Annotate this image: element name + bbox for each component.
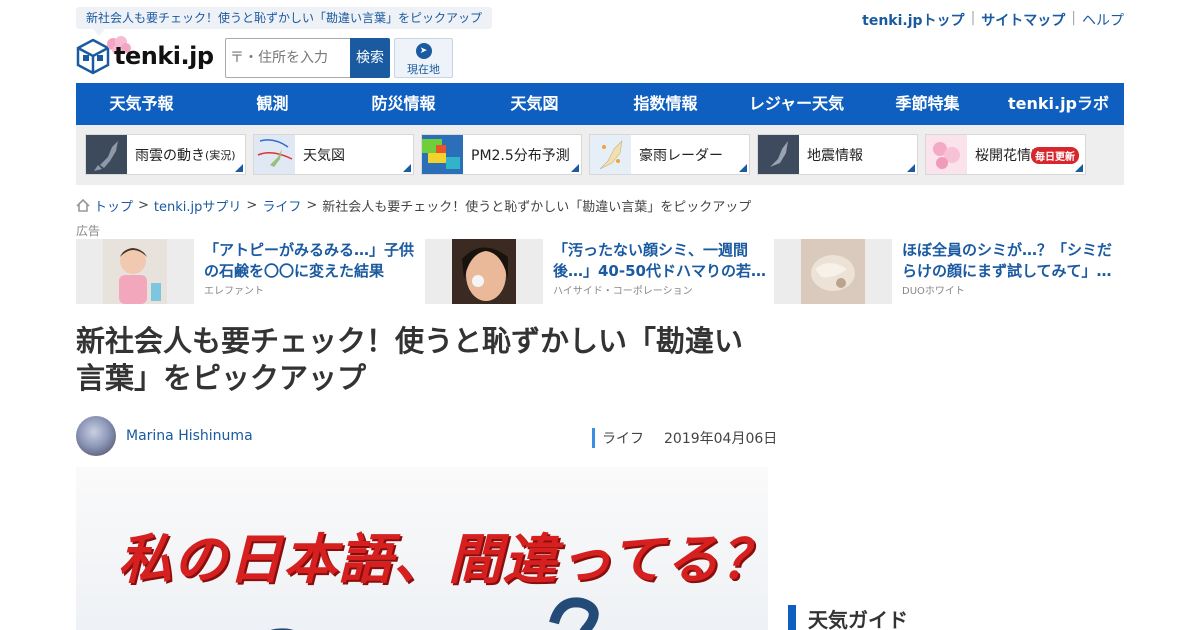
article-category[interactable]: ライフ (592, 428, 644, 448)
logo-text: tenki.jp (114, 42, 214, 70)
address-search-input[interactable]: 〒・住所を入力 (225, 38, 350, 78)
earthquake-map-thumb-icon (758, 135, 799, 174)
author-name[interactable]: Marina Hishinuma (126, 428, 253, 444)
sidebar-title-text: 天気ガイド (808, 608, 908, 630)
corner-arrow-icon (739, 164, 747, 172)
top-link-sitemap[interactable]: サイトマップ (981, 10, 1065, 30)
ad-image (425, 239, 543, 304)
breadcrumb-sep: > (306, 198, 318, 213)
quick-link-label: 豪雨レーダー (639, 147, 723, 164)
breadcrumb-supplement[interactable]: tenki.jpサプリ (154, 196, 241, 215)
search-button[interactable]: 検索 (350, 38, 390, 78)
quick-link-label: PM2.5分布予測 (471, 147, 570, 164)
current-location-button[interactable]: ➤ 現在地 (394, 38, 453, 78)
corner-arrow-icon (1075, 164, 1083, 172)
breadcrumb-life[interactable]: ライフ (262, 196, 301, 215)
breadcrumb-sep: > (246, 198, 258, 213)
quick-link-rain-cloud[interactable]: 雨雲の動き (実況) (85, 134, 246, 175)
sidebar-title-bar (788, 604, 796, 630)
quick-link-weather-map[interactable]: 天気図 (253, 134, 414, 175)
current-location-label: 現在地 (407, 63, 440, 76)
ad-card[interactable]: 「アトピーがみるみる…」子供の石鹸を〇〇に変えた結果 エレファント (76, 239, 425, 304)
divider: | (970, 10, 976, 26)
nav-item-weather-map[interactable]: 天気図 (469, 83, 600, 125)
nav-item-index[interactable]: 指数情報 (600, 83, 731, 125)
face-photo-icon (452, 239, 516, 304)
quick-link-label: 雨雲の動き (135, 147, 205, 164)
cream-photo-icon (801, 239, 865, 304)
quick-link-label: 天気図 (303, 147, 345, 164)
nav-item-season[interactable]: 季節特集 (862, 83, 993, 125)
sakura-thumb-icon (926, 135, 967, 174)
ad-body: ほぼ全員のシミが…？「シミだらけの顔にまず試してみて」… DUOホワイト (892, 239, 1123, 304)
article-hero-image: 私の日本語、間違ってる？ (76, 467, 768, 630)
quick-links-bar: 雨雲の動き (実況) 天気図 PM2.5分布予測 豪雨レーダー 地震情報 桜開花情… (76, 125, 1124, 185)
article-meta: ライフ 2019年04月06日 (592, 428, 777, 448)
quick-link-radar[interactable]: 豪雨レーダー (589, 134, 750, 175)
weather-map-thumb-icon (254, 135, 295, 174)
ad-sponsor: エレファント (204, 286, 264, 297)
top-link-help[interactable]: ヘルプ (1082, 10, 1124, 30)
corner-arrow-icon (571, 164, 579, 172)
pm25-map-thumb-icon (422, 135, 463, 174)
child-photo-icon (103, 239, 167, 304)
divider: | (1071, 10, 1076, 26)
ad-card[interactable]: ほぼ全員のシミが…？「シミだらけの顔にまず試してみて」… DUOホワイト (774, 239, 1123, 304)
quick-link-sakura[interactable]: 桜開花情報 毎日更新 (925, 134, 1086, 175)
article-title: 新社会人も要チェック！使うと恥ずかしい「勘違い言葉」をピックアップ (76, 324, 744, 395)
corner-arrow-icon (907, 164, 915, 172)
ad-sponsor: ハイサイド・コーポレーション (553, 286, 693, 297)
home-icon (76, 199, 90, 212)
ad-title: 「汚ったない顔シミ、一週間後…」40-50代ドハマりの若… (553, 241, 766, 280)
header-tagline: 新社会人も要チェック！使うと恥ずかしい「勘違い言葉」をピックアップ (76, 7, 493, 36)
avatar (76, 416, 116, 456)
article-author[interactable]: Marina Hishinuma (76, 416, 253, 456)
top-link-tenki-top[interactable]: tenki.jpトップ (862, 10, 964, 30)
radar-map-thumb-icon (590, 135, 631, 174)
corner-arrow-icon (235, 164, 243, 172)
quick-link-earthquake[interactable]: 地震情報 (757, 134, 918, 175)
breadcrumb: トップ > tenki.jpサプリ > ライフ > 新社会人も要チェック！使うと恥ずか… (76, 196, 751, 215)
question-marks-decoration-icon (270, 597, 599, 630)
top-links: tenki.jpトップ | サイトマップ | ヘルプ (862, 10, 1124, 30)
ad-title: 「アトピーがみるみる…」子供の石鹸を〇〇に変えた結果 (204, 241, 415, 280)
ad-body: 「汚ったない顔シミ、一週間後…」40-50代ドハマりの若… ハイサイド・コーポレ… (543, 239, 774, 304)
breadcrumb-top[interactable]: トップ (94, 196, 133, 215)
main-nav: 天気予報 観測 防災情報 天気図 指数情報 レジャー天気 季節特集 tenki.… (76, 83, 1124, 125)
quick-link-sub: (実況) (205, 148, 236, 162)
quick-link-pm25[interactable]: PM2.5分布予測 (421, 134, 582, 175)
ad-image (774, 239, 892, 304)
ad-label: 広告 (76, 224, 101, 238)
ad-card[interactable]: 「汚ったない顔シミ、一週間後…」40-50代ドハマりの若… ハイサイド・コーポレ… (425, 239, 774, 304)
quick-link-label: 地震情報 (807, 147, 863, 164)
corner-arrow-icon (403, 164, 411, 172)
ad-body: 「アトピーがみるみる…」子供の石鹸を〇〇に変えた結果 エレファント (194, 239, 425, 304)
site-logo[interactable]: tenki.jp (76, 36, 216, 76)
nav-item-forecast[interactable]: 天気予報 (76, 83, 207, 125)
rain-map-thumb-icon (86, 135, 127, 174)
location-arrow-icon: ➤ (415, 43, 432, 59)
nav-item-lab[interactable]: tenki.jpラボ (993, 83, 1124, 125)
hero-image-text: 私の日本語、間違ってる？ (118, 527, 768, 591)
breadcrumb-sep: > (138, 198, 149, 213)
nav-item-disaster[interactable]: 防災情報 (338, 83, 469, 125)
ad-title: ほぼ全員のシミが…？「シミだらけの顔にまず試してみて」… (902, 241, 1113, 280)
ad-image (76, 239, 194, 304)
nav-item-observation[interactable]: 観測 (207, 83, 338, 125)
breadcrumb-current: 新社会人も要チェック！使うと恥ずかしい「勘違い言葉」をピックアップ (322, 200, 752, 215)
article-date: 2019年04月06日 (664, 431, 778, 447)
sidebar-title: 天気ガイド (788, 604, 908, 630)
nav-item-leisure[interactable]: レジャー天気 (731, 83, 862, 125)
ad-list: 「アトピーがみるみる…」子供の石鹸を〇〇に変えた結果 エレファント 「汚ったない… (76, 239, 1124, 304)
ad-sponsor: DUOホワイト (902, 286, 965, 297)
daily-update-badge: 毎日更新 (1031, 147, 1079, 164)
